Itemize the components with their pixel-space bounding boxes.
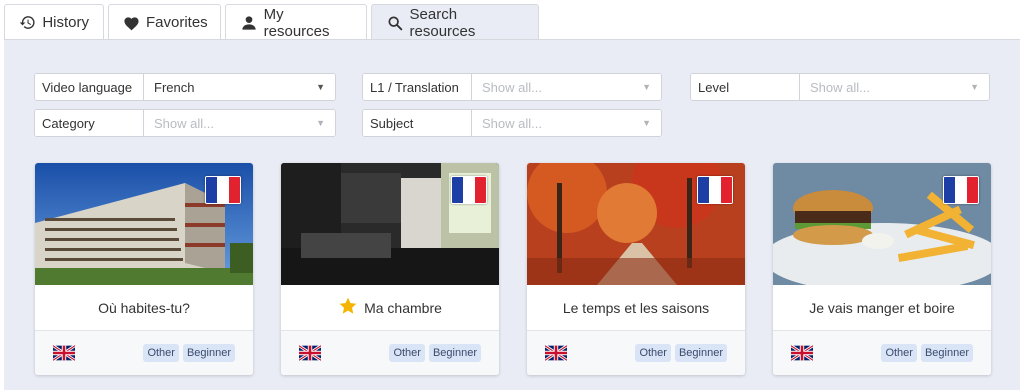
- video-language-filter: Video language French ▼: [34, 73, 336, 101]
- tab-history[interactable]: History: [4, 4, 104, 40]
- tag-badge: Beginner: [182, 344, 235, 362]
- tag-list: Other Beginner: [143, 344, 235, 362]
- chevron-down-icon: ▼: [642, 118, 651, 128]
- resource-card[interactable]: Le temps et les saisons Other Beginner: [527, 163, 745, 375]
- uk-flag-icon: [791, 345, 813, 361]
- french-flag-icon: [943, 176, 979, 204]
- subject-placeholder: Show all...: [482, 115, 542, 131]
- resource-thumbnail[interactable]: [773, 163, 991, 285]
- resource-thumbnail[interactable]: [35, 163, 253, 285]
- tag-badge: Other: [389, 344, 425, 362]
- french-flag-icon: [451, 176, 487, 204]
- french-flag-icon: [697, 176, 733, 204]
- resource-title[interactable]: Le temps et les saisons: [527, 285, 745, 331]
- uk-flag-icon: [53, 345, 75, 361]
- chevron-down-icon: ▼: [970, 82, 979, 92]
- resource-card[interactable]: Où habites-tu? Other Beginner: [35, 163, 253, 375]
- history-icon: [19, 14, 36, 32]
- subject-filter: Subject Show all... ▼: [362, 109, 662, 137]
- tab-favorites-label: Favorites: [146, 14, 208, 31]
- french-flag-icon: [205, 176, 241, 204]
- tab-history-label: History: [42, 14, 89, 31]
- translation-filter: L1 / Translation Show all... ▼: [362, 73, 662, 101]
- resource-footer: Other Beginner: [773, 331, 991, 375]
- tag-list: Other Beginner: [881, 344, 973, 362]
- tag-list: Other Beginner: [389, 344, 481, 362]
- level-select[interactable]: Show all... ▼: [800, 74, 989, 100]
- category-label: Category: [35, 110, 144, 136]
- uk-flag-icon: [299, 345, 321, 361]
- video-language-select[interactable]: French ▼: [144, 74, 335, 100]
- resource-footer: Other Beginner: [527, 331, 745, 375]
- tag-badge: Other: [635, 344, 671, 362]
- resource-card[interactable]: Ma chambre Other Beginner: [281, 163, 499, 375]
- tab-search-resources-label: Search resources: [409, 6, 476, 40]
- resource-title[interactable]: Je vais manger et boire: [773, 285, 991, 331]
- tag-list: Other Beginner: [635, 344, 727, 362]
- category-filter: Category Show all... ▼: [34, 109, 336, 137]
- resource-title-text: Ma chambre: [364, 299, 442, 316]
- level-placeholder: Show all...: [810, 79, 870, 95]
- uk-flag-icon: [545, 345, 567, 361]
- video-language-value: French: [154, 79, 195, 95]
- search-icon: [386, 14, 404, 32]
- tab-my-resources-label: My resources: [263, 5, 330, 40]
- resource-title[interactable]: Où habites-tu?: [35, 285, 253, 331]
- resource-title-text: Où habites-tu?: [98, 299, 190, 316]
- resource-thumbnail[interactable]: [527, 163, 745, 285]
- tag-badge: Beginner: [674, 344, 727, 362]
- resource-title[interactable]: Ma chambre: [281, 285, 499, 331]
- tag-badge: Other: [143, 344, 179, 362]
- tab-favorites[interactable]: Favorites: [108, 4, 221, 40]
- chevron-down-icon: ▼: [316, 118, 325, 128]
- translation-select[interactable]: Show all... ▼: [472, 74, 661, 100]
- star-icon: [338, 296, 358, 319]
- tag-badge: Beginner: [920, 344, 973, 362]
- chevron-down-icon: ▼: [316, 82, 325, 92]
- category-select[interactable]: Show all... ▼: [144, 110, 335, 136]
- tab-my-resources[interactable]: My resources: [225, 4, 367, 40]
- translation-placeholder: Show all...: [482, 79, 542, 95]
- level-filter: Level Show all... ▼: [690, 73, 990, 101]
- tag-badge: Other: [881, 344, 917, 362]
- resource-footer: Other Beginner: [35, 331, 253, 375]
- tab-search-resources[interactable]: Search resources: [371, 4, 539, 41]
- video-language-label: Video language: [35, 74, 144, 100]
- resource-footer: Other Beginner: [281, 331, 499, 375]
- subject-select[interactable]: Show all... ▼: [472, 110, 661, 136]
- user-icon: [240, 14, 258, 32]
- tag-badge: Beginner: [428, 344, 481, 362]
- resource-title-text: Je vais manger et boire: [809, 299, 955, 316]
- resource-title-text: Le temps et les saisons: [562, 299, 710, 316]
- resource-card[interactable]: Je vais manger et boire Other Beginner: [773, 163, 991, 375]
- resource-thumbnail[interactable]: [281, 163, 499, 285]
- heart-icon: [123, 14, 140, 32]
- level-label: Level: [691, 74, 800, 100]
- translation-label: L1 / Translation: [363, 74, 472, 100]
- subject-label: Subject: [363, 110, 472, 136]
- chevron-down-icon: ▼: [642, 82, 651, 92]
- category-placeholder: Show all...: [154, 115, 214, 131]
- tab-bar: History Favorites My resources Search re…: [0, 0, 1023, 41]
